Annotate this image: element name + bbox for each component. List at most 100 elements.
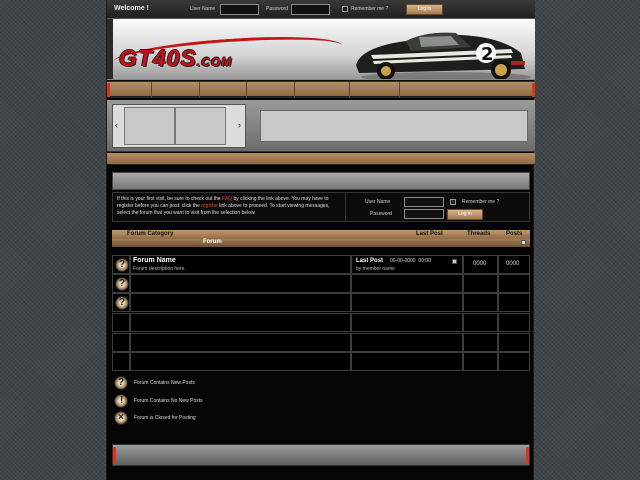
forum-cell	[130, 333, 351, 352]
forum-cell	[130, 274, 351, 293]
footer-right-cap	[526, 447, 529, 463]
forum-table-header: Forum Category Last Post Threads Posts	[112, 230, 530, 239]
legend-closed-text: Forum is Closed for Posting	[134, 415, 196, 421]
last-post-date: 00-00-0000 00:00	[390, 258, 431, 264]
logo-suffix: .COM	[196, 55, 233, 69]
col-posts: Posts	[506, 231, 523, 237]
last-post-cell	[351, 274, 463, 293]
category-name: Forum	[203, 239, 222, 245]
guest-message: If this is your first visit, be sure to …	[117, 196, 342, 217]
ad-banner-box[interactable]	[260, 110, 528, 142]
guest-password-input[interactable]	[404, 209, 444, 219]
last-post-cell	[351, 333, 463, 352]
go-to-last-post-icon[interactable]	[452, 259, 457, 264]
nav-item-6[interactable]	[350, 82, 400, 98]
last-post-author[interactable]: by member name	[356, 266, 395, 272]
last-post-time-value: 00:00	[418, 258, 431, 264]
footer-bar	[112, 444, 530, 466]
nav-item-3[interactable]	[200, 82, 247, 98]
nav-item-5[interactable]	[295, 82, 350, 98]
threads-cell	[463, 313, 498, 332]
status-cell	[112, 274, 130, 293]
forum-row[interactable]	[112, 333, 530, 352]
header-banner: GT40S.COM 2	[107, 19, 535, 80]
forum-name-link[interactable]: Forum Name	[133, 257, 176, 264]
posts-cell	[498, 274, 530, 293]
status-cell	[112, 352, 130, 371]
legend-new-posts-text: Forum Contains New Posts	[134, 380, 195, 386]
status-cell	[112, 293, 130, 312]
col-forum-category: Forum Category	[127, 231, 174, 237]
top-password-input[interactable]	[291, 4, 330, 15]
slider-prev-icon[interactable]: ‹	[115, 120, 118, 130]
slider-frame-1[interactable]	[124, 107, 175, 145]
guest-login-button[interactable]: Log in	[447, 209, 483, 220]
top-login-button[interactable]: Log in	[406, 4, 443, 15]
status-cell	[112, 333, 130, 352]
guest-username-label: User Name	[365, 199, 391, 205]
col-last-post: Last Post	[416, 231, 444, 237]
status-cell	[112, 255, 130, 274]
nav-item-2[interactable]	[152, 82, 200, 98]
forum-row[interactable]: Forum Name Forum description here. Last …	[112, 255, 530, 274]
threads-cell	[463, 333, 498, 352]
forum-cell	[130, 313, 351, 332]
top-username-input[interactable]	[220, 4, 259, 15]
site-logo[interactable]: GT40S.COM	[119, 45, 232, 72]
guest-divider	[345, 193, 346, 221]
faq-link[interactable]: FAQ	[222, 196, 232, 202]
username-label: User Name	[190, 6, 216, 12]
top-remember-checkbox[interactable]	[342, 6, 348, 12]
threads-cell	[463, 352, 498, 371]
forum-table: Forum Category Last Post Threads Posts F…	[112, 230, 530, 372]
threads-cell	[463, 274, 498, 293]
forum-row[interactable]	[112, 293, 530, 312]
guest-message-part-1: If this is your first visit, be sure to …	[117, 196, 223, 202]
slider-frame-2[interactable]	[175, 107, 226, 145]
forum-cell	[130, 293, 351, 312]
forum-row[interactable]	[112, 352, 530, 371]
thread-count: 0000	[473, 261, 487, 267]
guest-username-input[interactable]	[404, 197, 444, 207]
welcome-text: Welcome !	[114, 5, 149, 12]
forum-cell	[130, 352, 351, 371]
closed-forum-icon	[114, 411, 128, 425]
header-stripe	[107, 19, 113, 79]
promo-strip: ‹ ›	[107, 100, 535, 152]
last-post-cell	[351, 313, 463, 332]
nav-item-1[interactable]	[110, 82, 152, 98]
nav-item-4[interactable]	[247, 82, 295, 98]
guest-password-label: Password	[370, 211, 392, 217]
new-posts-icon	[114, 376, 128, 390]
category-row[interactable]: Forum	[112, 239, 530, 247]
nav-right-cap	[532, 83, 535, 97]
password-label: Password	[266, 6, 288, 12]
last-post-label: Last Post	[356, 258, 384, 264]
no-new-posts-icon	[114, 394, 128, 408]
legend-no-new-posts: Forum Contains No New Posts	[112, 394, 312, 410]
slider-next-icon[interactable]: ›	[238, 120, 241, 130]
page-container: Welcome ! User Name Password Remember me…	[106, 0, 535, 480]
last-post-date-value: 00-00-0000	[390, 258, 416, 264]
posts-cell	[498, 352, 530, 371]
last-post-cell	[351, 293, 463, 312]
footer-left-cap	[113, 447, 116, 463]
main-nav-bar	[107, 81, 535, 98]
posts-cell	[498, 333, 530, 352]
guest-remember-checkbox[interactable]	[450, 199, 456, 205]
posts-cell	[498, 313, 530, 332]
race-car-image: 2	[356, 32, 531, 79]
forum-row[interactable]	[112, 274, 530, 293]
register-link[interactable]: register	[201, 203, 218, 209]
legend-new-posts: Forum Contains New Posts	[112, 376, 312, 392]
image-slider: ‹ ›	[112, 104, 246, 148]
secondary-nav-bar	[107, 153, 535, 165]
closed-forum-icon	[115, 296, 129, 310]
forum-row[interactable]	[112, 313, 530, 332]
posts-cell	[498, 293, 530, 312]
collapse-icon[interactable]	[521, 240, 526, 245]
col-threads: Threads	[467, 231, 491, 237]
post-count: 0000	[506, 261, 520, 267]
threads-cell	[463, 293, 498, 312]
status-cell	[112, 313, 130, 332]
